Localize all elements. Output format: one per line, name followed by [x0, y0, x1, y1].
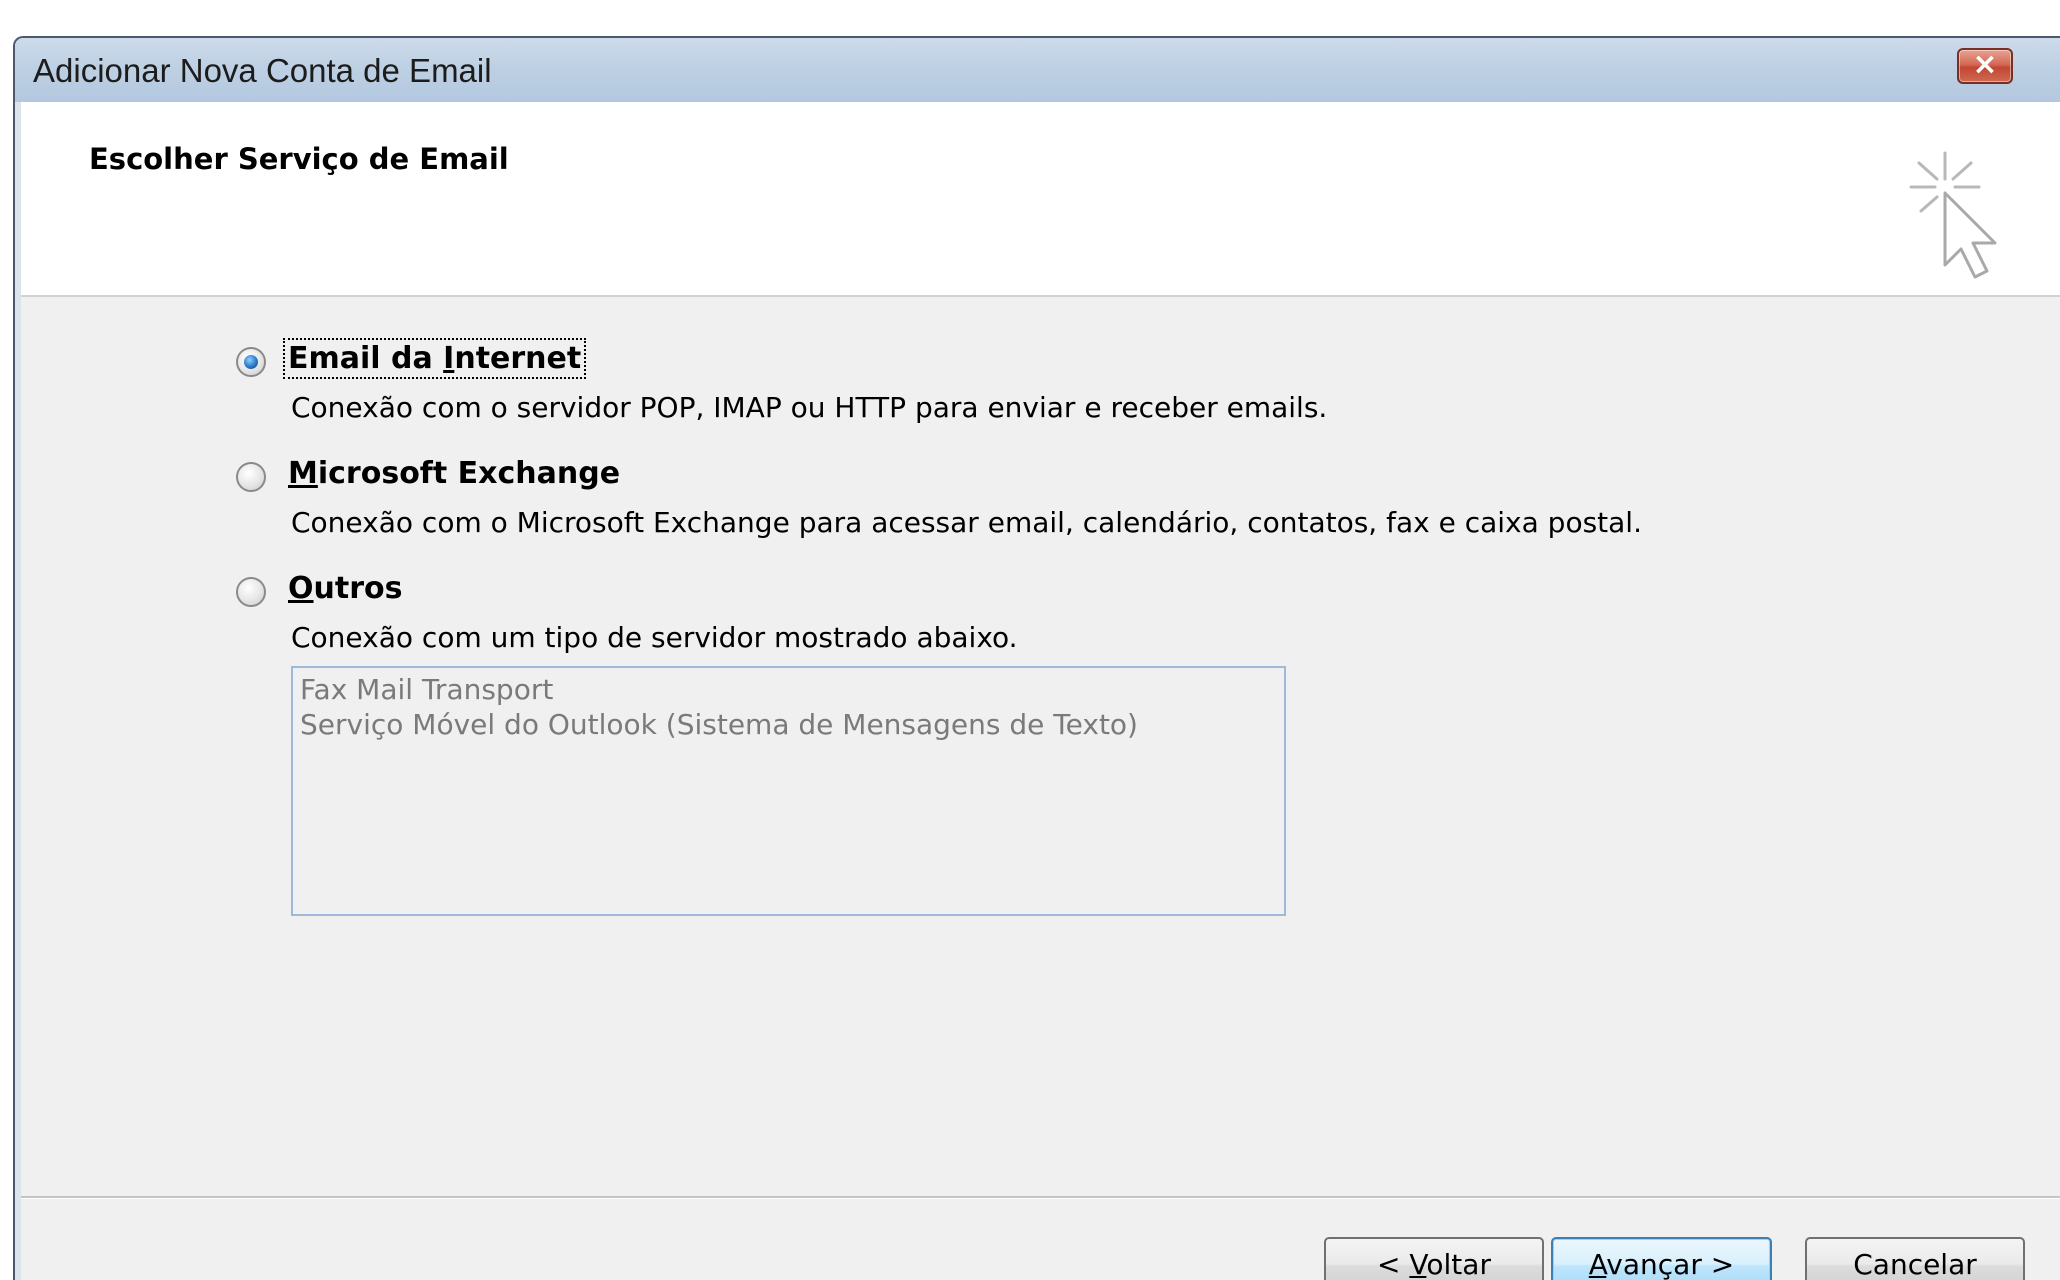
option-internet-email-description: Conexão com o servidor POP, IMAP ou HTTP… [291, 391, 1328, 424]
option-internet-email-label[interactable]: Email da Internet [282, 338, 587, 379]
close-icon: × [1972, 47, 1998, 82]
list-item: Fax Mail Transport [300, 673, 554, 706]
radio-others[interactable] [236, 577, 266, 607]
radio-internet-email[interactable] [236, 347, 266, 377]
wizard-cursor-icon [1909, 151, 1997, 279]
other-services-list: Fax Mail Transport Serviço Móvel do Outl… [291, 666, 1286, 916]
option-microsoft-exchange-description: Conexão com o Microsoft Exchange para ac… [291, 506, 1642, 539]
footer-separator [21, 1196, 2060, 1199]
cancel-button[interactable]: Cancelar [1805, 1237, 2025, 1280]
option-others-label[interactable]: Outros [286, 571, 404, 606]
dialog-window: Adicionar Nova Conta de Email × Escolher… [13, 36, 2060, 1280]
page-title: Escolher Serviço de Email [89, 142, 509, 176]
option-microsoft-exchange-label[interactable]: Microsoft Exchange [286, 456, 622, 491]
list-item: Serviço Móvel do Outlook (Sistema de Men… [300, 708, 1138, 741]
back-button[interactable]: < Voltar [1324, 1237, 1544, 1280]
option-others-description: Conexão com um tipo de servidor mostrado… [291, 621, 1018, 654]
title-bar[interactable]: Adicionar Nova Conta de Email × [15, 38, 2060, 102]
next-button[interactable]: Avançar > [1551, 1237, 1772, 1280]
close-button[interactable]: × [1957, 47, 2013, 84]
dialog-client-area: Escolher Serviço de Email Email da Inter… [21, 102, 2060, 1280]
wizard-header: Escolher Serviço de Email [21, 102, 2060, 297]
window-title: Adicionar Nova Conta de Email [33, 52, 492, 89]
radio-microsoft-exchange[interactable] [236, 462, 266, 492]
